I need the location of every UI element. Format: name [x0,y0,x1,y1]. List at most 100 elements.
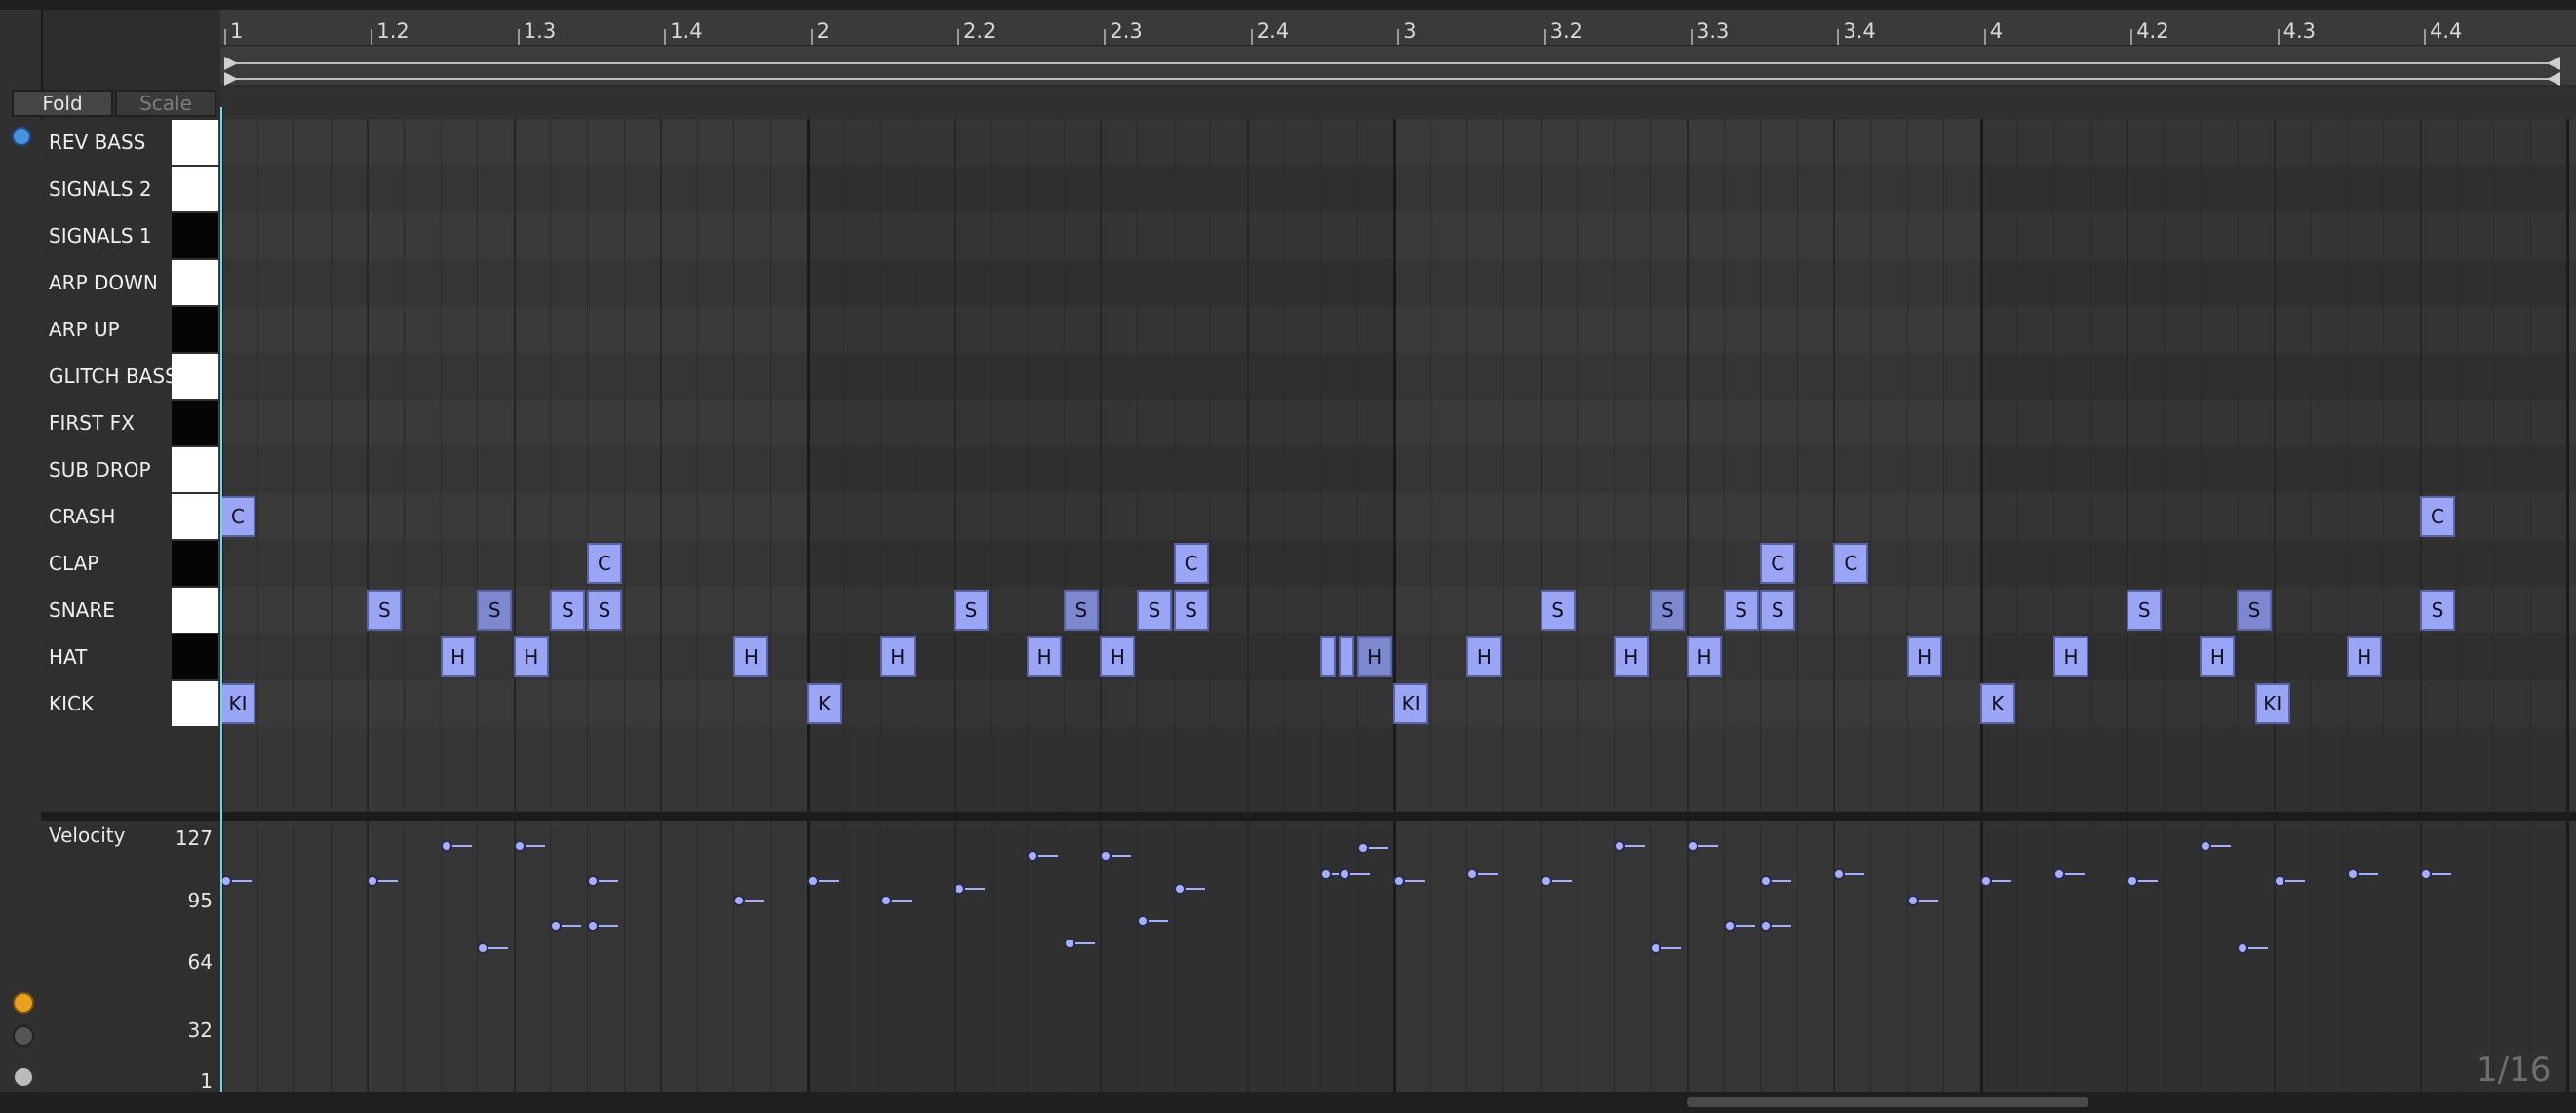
midi-note[interactable]: K [1979,683,2015,724]
velocity-marker[interactable] [2273,874,2285,887]
velocity-marker[interactable] [1393,874,1406,887]
velocity-fold-icon[interactable] [13,992,34,1014]
midi-note[interactable]: S [954,590,989,631]
midi-note[interactable]: C [1173,543,1209,584]
track-row-arp-up[interactable]: ARP UP [41,306,220,353]
track-row-kick[interactable]: KICK [41,680,220,727]
midi-note[interactable] [1338,636,1354,677]
piano-key[interactable] [172,167,219,211]
track-row-rev-bass[interactable]: REV BASS [41,119,220,166]
track-row-glitch-bass[interactable]: GLITCH BASS [41,353,220,400]
midi-note[interactable]: H [1906,636,1942,677]
velocity-marker[interactable] [806,874,819,887]
midi-note[interactable]: H [879,636,916,677]
velocity-lane[interactable] [220,821,2576,1092]
piano-key[interactable] [172,401,219,445]
track-row-first-fx[interactable]: FIRST FX [41,400,220,446]
fold-button[interactable]: Fold [12,90,113,117]
velocity-marker[interactable] [1173,882,1186,895]
velocity-marker[interactable] [440,839,452,852]
horizontal-scrollbar[interactable] [0,1092,2576,1113]
scrub-area[interactable] [220,87,2576,118]
velocity-marker[interactable] [1540,874,1552,887]
scrollbar-thumb[interactable] [1687,1097,2088,1107]
midi-note[interactable]: H [1356,636,1392,677]
midi-note[interactable]: S [1650,590,1686,631]
midi-note[interactable]: H [1687,636,1722,677]
midi-note[interactable]: KI [220,683,255,724]
midi-note[interactable]: C [1760,543,1796,584]
track-row-arp-down[interactable]: ARP DOWN [41,259,220,306]
midi-note[interactable]: H [1613,636,1649,677]
loop-end-marker[interactable] [2547,57,2560,70]
midi-note[interactable]: H [1100,636,1136,677]
velocity-marker[interactable] [1613,839,1625,852]
midi-note[interactable]: S [550,590,586,631]
midi-note[interactable]: S [367,590,403,631]
velocity-marker[interactable] [550,919,563,932]
scale-button[interactable]: Scale [115,90,216,117]
midi-note[interactable]: S [1540,590,1576,631]
velocity-marker[interactable] [1979,874,1992,887]
velocity-marker[interactable] [1906,895,1919,907]
piano-key[interactable] [172,213,219,258]
piano-key[interactable] [172,681,219,726]
track-row-snare[interactable]: SNARE [41,587,220,633]
track-row-signals-1[interactable]: SIGNALS 1 [41,212,220,259]
velocity-marker[interactable] [1687,839,1698,852]
piano-key[interactable] [172,588,219,633]
track-row-clap[interactable]: CLAP [41,540,220,587]
piano-key[interactable] [172,634,219,679]
velocity-marker[interactable] [587,919,599,932]
velocity-marker[interactable] [587,874,599,887]
loop-start-marker[interactable] [224,57,238,70]
note-grid[interactable]: C C C C C C S S S S S S S S S S S S S S S H H H H H H H H H H H H H H KI K KI… [220,119,2576,811]
piano-key[interactable] [172,541,219,586]
loop-start-marker[interactable] [224,72,238,86]
piano-key[interactable] [172,307,219,352]
grid-resolution[interactable]: 1/16 [2477,1051,2551,1090]
piano-key[interactable] [172,120,219,165]
velocity-marker[interactable] [2127,874,2139,887]
track-row-signals-2[interactable]: SIGNALS 2 [41,166,220,212]
midi-note[interactable]: S [1760,590,1796,631]
midi-note[interactable]: S [477,590,513,631]
velocity-marker[interactable] [477,941,489,954]
velocity-marker[interactable] [1466,868,1479,881]
midi-note[interactable]: S [1063,590,1099,631]
midi-note[interactable]: S [587,590,622,631]
velocity-marker[interactable] [1356,842,1369,855]
velocity-marker[interactable] [367,874,379,887]
velocity-marker[interactable] [1338,868,1350,881]
velocity-marker[interactable] [1833,868,1846,881]
midi-note[interactable]: C [587,543,622,584]
velocity-marker[interactable] [733,895,746,907]
midi-note[interactable]: C [2420,496,2455,537]
midi-note[interactable]: K [806,683,842,724]
piano-key[interactable] [172,260,219,305]
midi-note[interactable]: H [1466,636,1503,677]
preview-headphones-icon[interactable] [12,127,31,146]
velocity-marker[interactable] [1760,919,1773,932]
velocity-marker[interactable] [2346,868,2359,881]
midi-note[interactable] [1320,636,1336,677]
timeline-ruler[interactable]: 1 1.2 1.3 1.4 2 2.2 2.3 2.4 3 3.2 3.3 3.4 4 4.2 4.3 4.4 [220,10,2576,46]
midi-note[interactable]: S [2420,590,2455,631]
track-row-hat[interactable]: HAT [41,633,220,680]
track-row-crash[interactable]: CRASH [41,493,220,540]
midi-note[interactable]: C [220,496,255,537]
midi-note[interactable]: S [2127,590,2163,631]
loop-end-marker[interactable] [2547,72,2560,86]
velocity-marker[interactable] [1723,919,1736,932]
midi-note[interactable]: H [2053,636,2088,677]
velocity-marker[interactable] [1650,941,1662,954]
midi-note[interactable]: C [1833,543,1869,584]
piano-key[interactable] [172,354,219,399]
lane-divider[interactable] [41,812,2576,821]
midi-note[interactable]: KI [2254,683,2290,724]
velocity-marker[interactable] [513,839,526,852]
midi-note[interactable]: H [2346,636,2382,677]
midi-note[interactable]: H [440,636,476,677]
midi-note[interactable]: H [1027,636,1063,677]
piano-key[interactable] [172,447,219,492]
